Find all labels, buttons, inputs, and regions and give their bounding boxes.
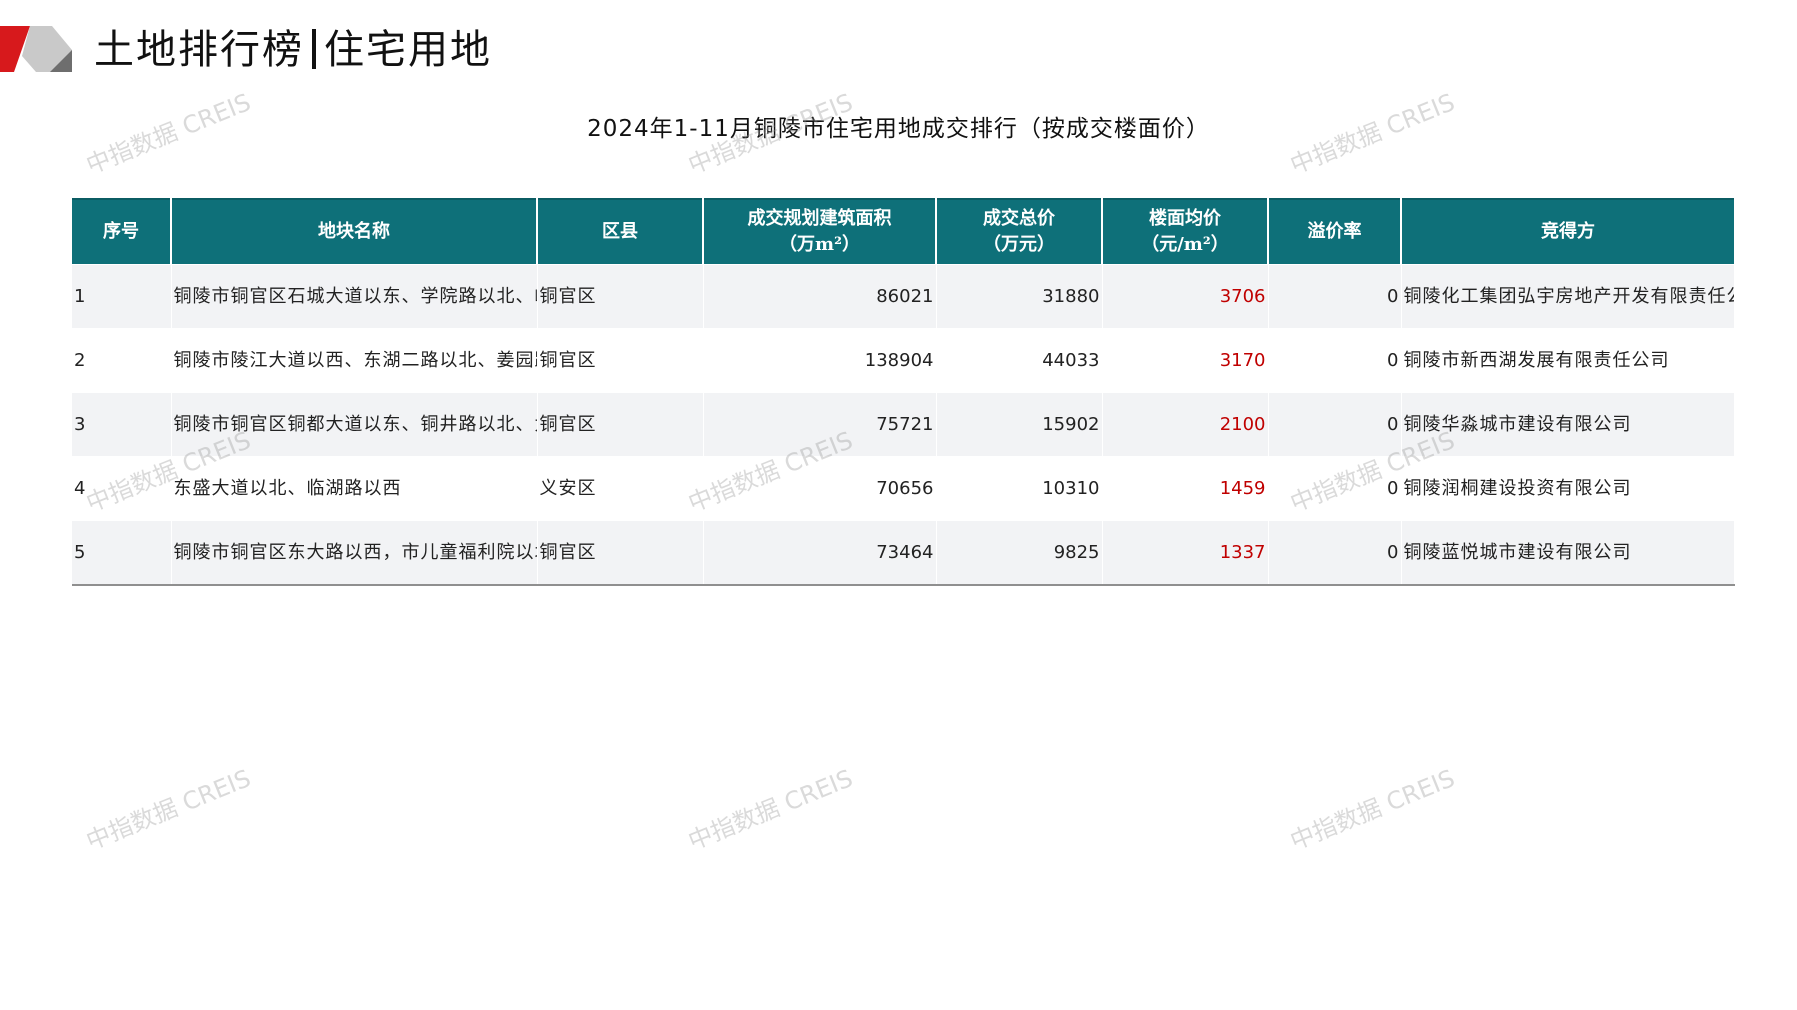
header-area-line2: （万m²） bbox=[779, 234, 860, 255]
table-title: 2024年1-11月铜陵市住宅用地成交排行（按成交楼面价） bbox=[587, 116, 1210, 142]
cell-total: 44033 bbox=[936, 328, 1103, 393]
cell-winner: 铜陵化工集团弘宇房地产开发有限责任公司 bbox=[1401, 264, 1735, 329]
title-divider bbox=[312, 29, 316, 69]
cell-name: 铜陵市铜官区铜都大道以东、铜井路以北、太平湖路以南 bbox=[171, 392, 538, 457]
header-total: 成交总价 （万元） bbox=[936, 199, 1103, 265]
cell-area: 70656 bbox=[703, 456, 937, 521]
cell-area: 75721 bbox=[703, 392, 937, 457]
header-total-line2: （万元） bbox=[983, 234, 1055, 255]
cell-name: 铜陵市铜官区东大路以西，市儿童福利院以北 bbox=[171, 520, 538, 585]
watermark: 中指数据 CREIS bbox=[82, 764, 255, 856]
cell-no: 4 bbox=[72, 456, 172, 521]
cell-name: 铜陵市铜官区石城大道以东、学院路以北、峰南苑苑路以南 bbox=[171, 264, 538, 329]
table-row: 5 铜陵市铜官区东大路以西，市儿童福利院以北 铜官区 73464 9825 13… bbox=[72, 520, 1735, 585]
header-total-line1: 成交总价 bbox=[983, 208, 1055, 229]
cell-name: 东盛大道以北、临湖路以西 bbox=[171, 456, 538, 521]
header-premium: 溢价率 bbox=[1268, 199, 1402, 265]
cell-no: 1 bbox=[72, 264, 172, 329]
cell-area: 73464 bbox=[703, 520, 937, 585]
header-area-line1: 成交规划建筑面积 bbox=[747, 208, 892, 229]
cell-price: 3706 bbox=[1102, 264, 1269, 329]
cell-price: 2100 bbox=[1102, 392, 1269, 457]
cell-winner: 铜陵市新西湖发展有限责任公司 bbox=[1401, 328, 1735, 393]
cell-price: 3170 bbox=[1102, 328, 1269, 393]
cell-name: 铜陵市陵江大道以西、东湖二路以北、姜园路以东、规划二路以南 bbox=[171, 328, 538, 393]
cell-district: 铜官区 bbox=[537, 264, 704, 329]
table-row: 4 东盛大道以北、临湖路以西 义安区 70656 10310 1459 0 铜陵… bbox=[72, 456, 1735, 521]
cell-district: 铜官区 bbox=[537, 392, 704, 457]
table-row: 1 铜陵市铜官区石城大道以东、学院路以北、峰南苑苑路以南 铜官区 86021 3… bbox=[72, 264, 1735, 329]
page-title-right: 住宅用地 bbox=[324, 27, 492, 73]
cell-winner: 铜陵蓝悦城市建设有限公司 bbox=[1401, 520, 1735, 585]
cell-total: 9825 bbox=[936, 520, 1103, 585]
header-no: 序号 bbox=[72, 199, 172, 265]
cell-district: 义安区 bbox=[537, 456, 704, 521]
cell-premium: 0 bbox=[1268, 456, 1402, 521]
cell-winner: 铜陵华淼城市建设有限公司 bbox=[1401, 392, 1735, 457]
cell-total: 31880 bbox=[936, 264, 1103, 329]
header-price-line1: 楼面均价 bbox=[1149, 208, 1221, 229]
header-area: 成交规划建筑面积 （万m²） bbox=[703, 199, 937, 265]
cell-price: 1459 bbox=[1102, 456, 1269, 521]
header-price-line2: （元/m²） bbox=[1141, 234, 1229, 255]
cell-premium: 0 bbox=[1268, 392, 1402, 457]
table-row: 3 铜陵市铜官区铜都大道以东、铜井路以北、太平湖路以南 铜官区 75721 15… bbox=[72, 392, 1735, 457]
header-name: 地块名称 bbox=[171, 199, 538, 265]
watermark: 中指数据 CREIS bbox=[1286, 764, 1459, 856]
cell-premium: 0 bbox=[1268, 520, 1402, 585]
cell-price: 1337 bbox=[1102, 520, 1269, 585]
cell-no: 3 bbox=[72, 392, 172, 457]
cell-district: 铜官区 bbox=[537, 328, 704, 393]
cell-no: 5 bbox=[72, 520, 172, 585]
header-winner: 竞得方 bbox=[1401, 199, 1734, 265]
ranking-table: 序号 地块名称 区县 成交规划建筑面积 （万m²） 成交总价 （万元） 楼面均价 （元… bbox=[72, 198, 1735, 586]
cell-area: 138904 bbox=[703, 328, 937, 393]
header-district: 区县 bbox=[537, 199, 704, 265]
brand-logo-icon bbox=[0, 26, 72, 72]
cell-premium: 0 bbox=[1268, 328, 1402, 393]
table-header-row: 序号 地块名称 区县 成交规划建筑面积 （万m²） 成交总价 （万元） 楼面均价 （元… bbox=[72, 199, 1734, 265]
watermark: 中指数据 CREIS bbox=[684, 764, 857, 856]
cell-no: 2 bbox=[72, 328, 172, 393]
header-price: 楼面均价 （元/m²） bbox=[1102, 199, 1269, 265]
cell-area: 86021 bbox=[703, 264, 937, 329]
cell-total: 10310 bbox=[936, 456, 1103, 521]
cell-premium: 0 bbox=[1268, 264, 1402, 329]
cell-total: 15902 bbox=[936, 392, 1103, 457]
cell-district: 铜官区 bbox=[537, 520, 704, 585]
cell-winner: 铜陵润桐建设投资有限公司 bbox=[1401, 456, 1735, 521]
page-title: 土地排行榜 住宅用地 bbox=[94, 22, 492, 78]
page-title-left: 土地排行榜 bbox=[94, 27, 304, 73]
table-row: 2 铜陵市陵江大道以西、东湖二路以北、姜园路以东、规划二路以南 铜官区 1389… bbox=[72, 328, 1735, 393]
